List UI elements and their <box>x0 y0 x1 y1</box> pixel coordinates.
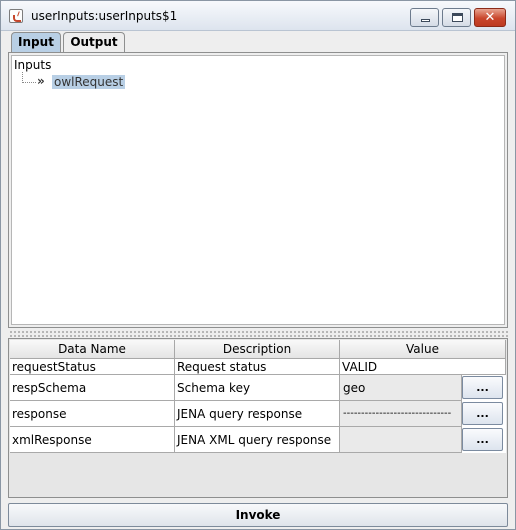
column-header-description[interactable]: Description <box>175 340 340 359</box>
cell-description: JENA XML query response <box>175 427 340 453</box>
maximize-icon <box>452 13 463 22</box>
chevron-right-icon[interactable]: » <box>37 74 49 88</box>
table-row[interactable]: response JENA query response -----------… <box>10 401 506 427</box>
cell-value[interactable]: VALID <box>340 359 506 375</box>
table-header: Data Name Description Value <box>10 340 506 359</box>
tree-connector-line <box>22 82 36 83</box>
cell-data-name: xmlResponse <box>10 427 175 453</box>
table-row[interactable]: xmlResponse JENA XML query response ... <box>10 427 506 453</box>
minimize-icon <box>421 19 430 22</box>
cell-data-name: requestStatus <box>10 359 175 375</box>
invoke-button[interactable]: Invoke <box>8 503 508 527</box>
close-button[interactable]: ✕ <box>474 8 506 27</box>
split-pane-divider[interactable] <box>8 329 508 337</box>
tab-output[interactable]: Output <box>63 32 125 53</box>
value-field[interactable] <box>340 427 462 453</box>
window-title: userInputs:userInputs$1 <box>31 9 178 23</box>
close-icon: ✕ <box>484 10 496 25</box>
value-field[interactable]: ------------------------------ <box>340 401 462 427</box>
tab-input[interactable]: Input <box>11 32 61 53</box>
cell-data-name: respSchema <box>10 375 175 401</box>
cell-description: JENA query response <box>175 401 340 427</box>
column-header-value[interactable]: Value <box>340 340 506 359</box>
app-window: userInputs:userInputs$1 ✕ Input Output I… <box>0 0 516 530</box>
cell-description: Request status <box>175 359 340 375</box>
tab-strip: Input Output <box>9 32 507 53</box>
tree-node-owlrequest[interactable]: owlRequest <box>52 75 126 89</box>
browse-button[interactable]: ... <box>462 376 503 399</box>
table-row[interactable]: requestStatus Request status VALID <box>10 359 506 375</box>
inputs-tree[interactable]: Inputs » owlRequest <box>11 55 505 325</box>
cell-description: Schema key <box>175 375 340 401</box>
maximize-button[interactable] <box>442 8 471 27</box>
tree-root-inputs[interactable]: Inputs <box>14 58 51 72</box>
browse-button[interactable]: ... <box>462 428 503 451</box>
cell-data-name: response <box>10 401 175 427</box>
title-bar[interactable]: userInputs:userInputs$1 ✕ <box>1 1 515 31</box>
column-header-data-name[interactable]: Data Name <box>10 340 175 359</box>
input-tab-panel: Inputs » owlRequest <box>8 52 508 328</box>
value-field[interactable]: geo <box>340 375 462 401</box>
data-table: Data Name Description Value requestStatu… <box>8 338 508 498</box>
minimize-button[interactable] <box>410 8 439 27</box>
table-row[interactable]: respSchema Schema key geo ... <box>10 375 506 401</box>
browse-button[interactable]: ... <box>462 402 503 425</box>
java-app-icon <box>9 9 23 23</box>
